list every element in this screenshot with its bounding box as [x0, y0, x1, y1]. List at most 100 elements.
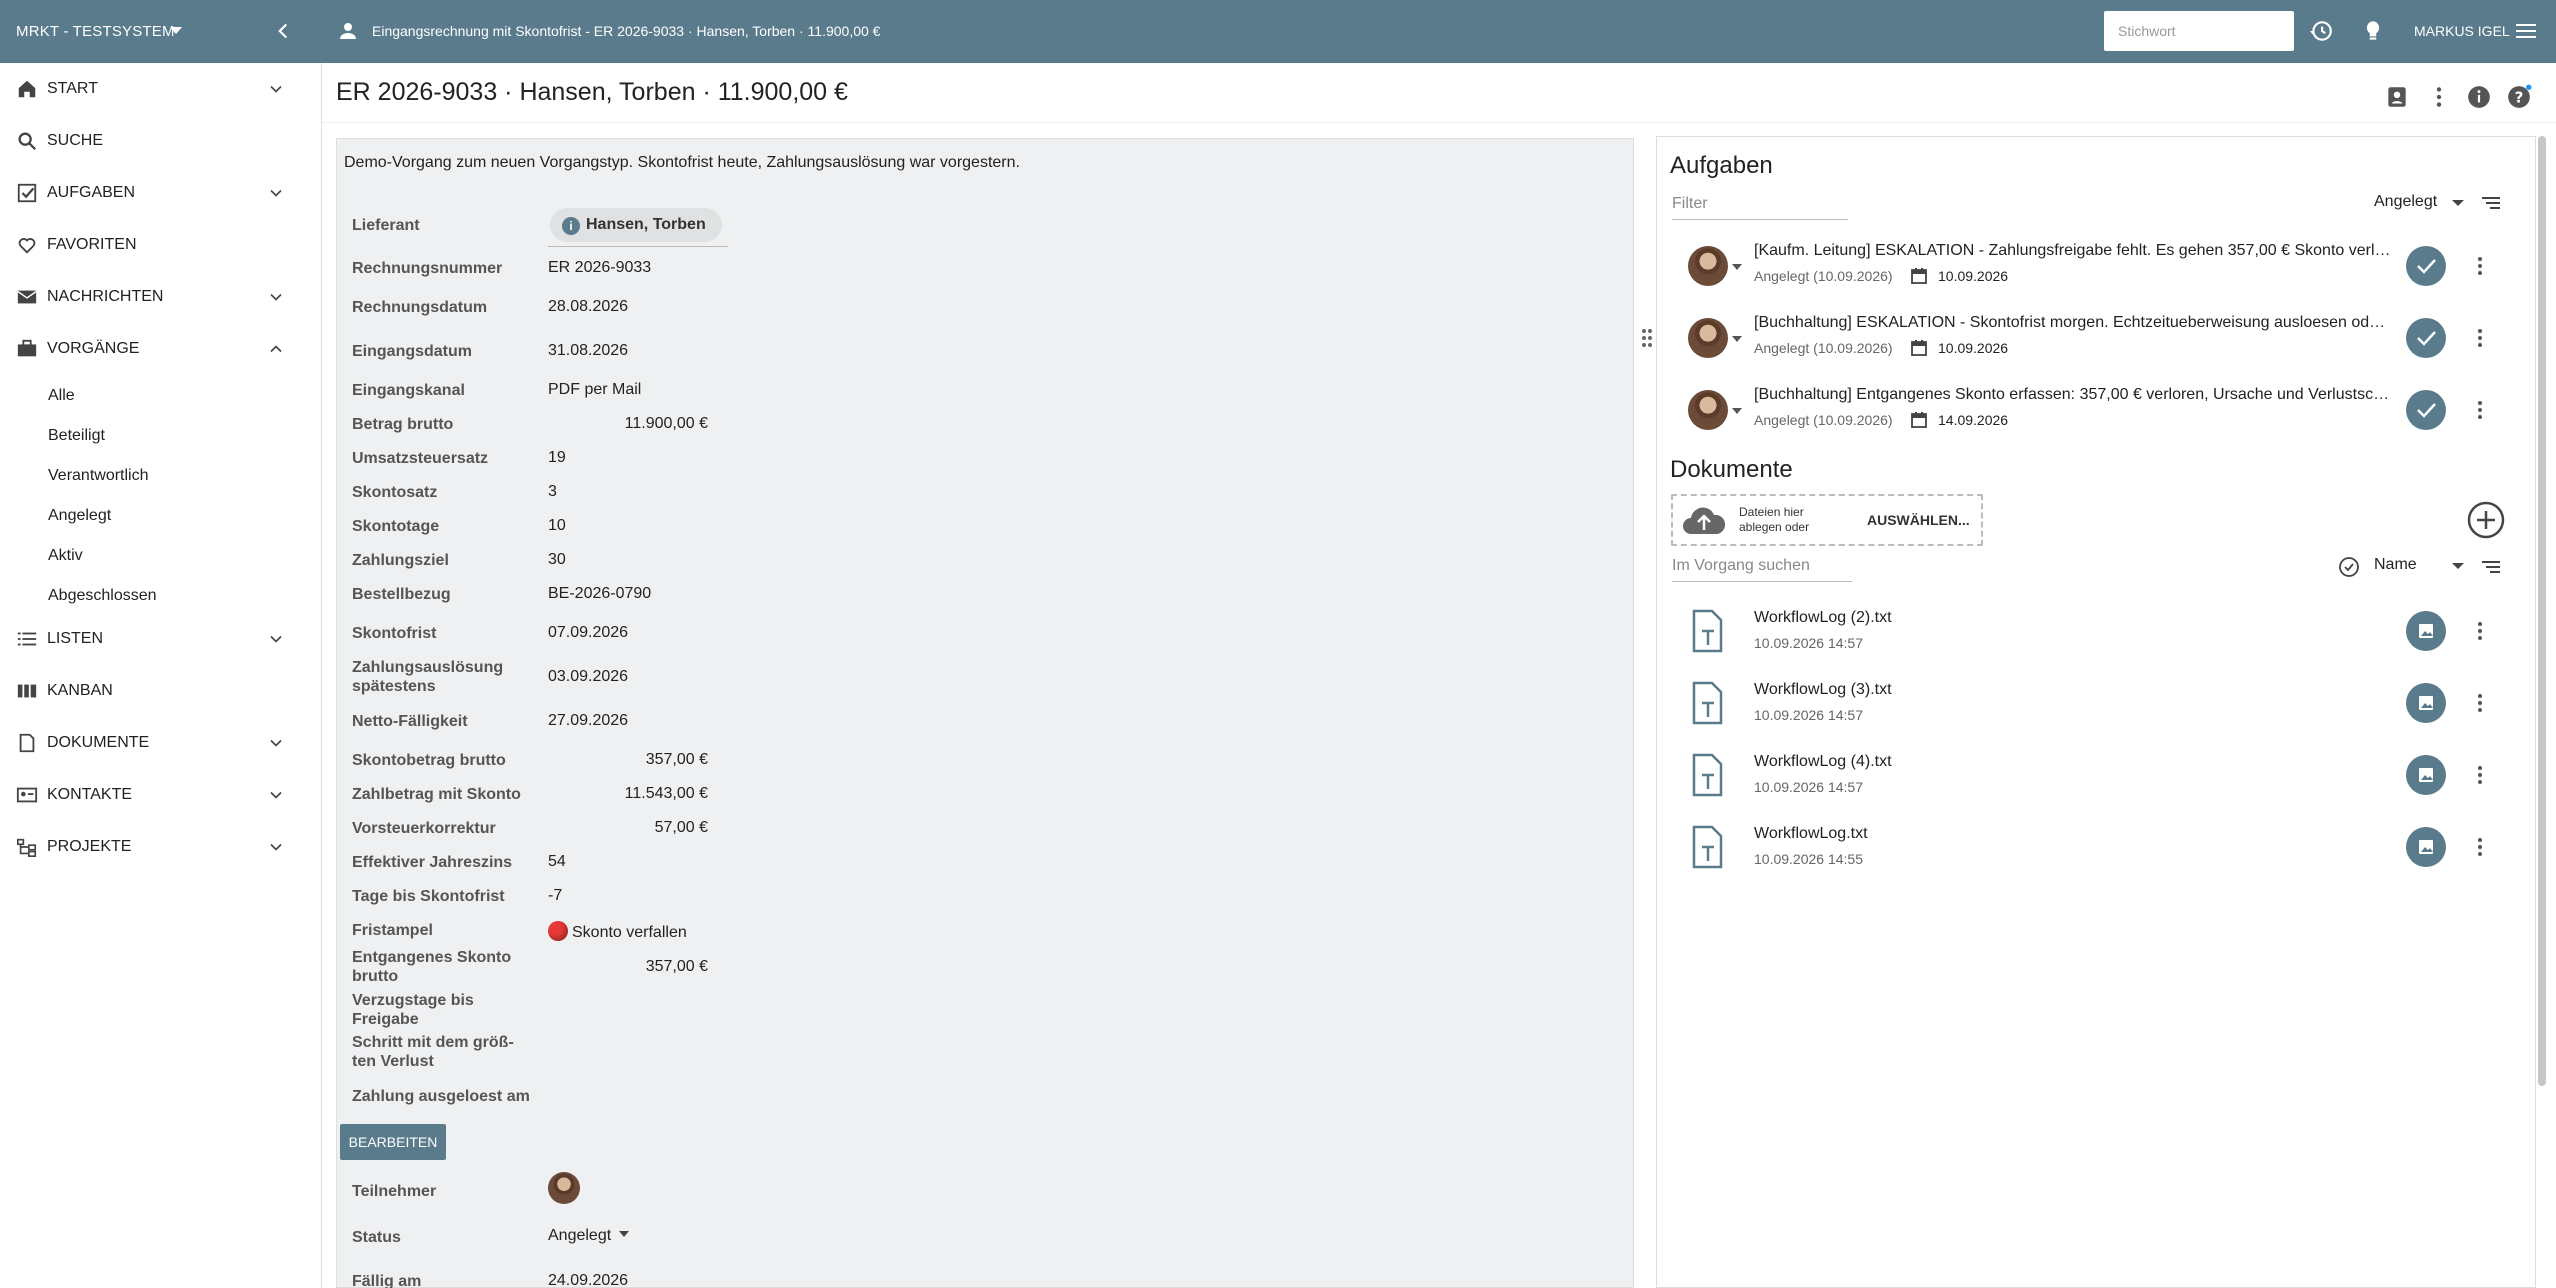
sidebar-subitem-alle[interactable]: Alle: [48, 376, 75, 416]
sidebar-subitem-verantwortlich[interactable]: Verantwortlich: [48, 456, 149, 496]
more-vert-icon[interactable]: [2468, 763, 2492, 787]
sidebar-subitem-abgeschlossen[interactable]: Abgeschlossen: [48, 576, 157, 616]
caret-down-icon[interactable]: [2452, 563, 2464, 569]
more-vert-icon[interactable]: [2468, 398, 2492, 422]
tasks-filter-input[interactable]: Filter: [1672, 195, 1848, 220]
sidebar-item-listen[interactable]: LISTEN: [0, 613, 322, 665]
sort-icon[interactable]: [2480, 192, 2502, 214]
field-label-eingangskanal: Eingangskanal: [352, 382, 465, 399]
list-icon: [17, 632, 37, 646]
document-name[interactable]: WorkflowLog (2).txt: [1754, 609, 1892, 627]
info-icon[interactable]: [2466, 84, 2492, 110]
complete-task-button[interactable]: [2406, 390, 2446, 430]
document-item[interactable]: WorkflowLog (2).txt 10.09.2026 14:57: [1668, 595, 2528, 667]
lightbulb-icon[interactable]: [2360, 18, 2386, 44]
sidebar-item-kontakte[interactable]: KONTAKTE: [0, 769, 322, 821]
sidebar-subitem-beteiligt[interactable]: Beteiligt: [48, 416, 105, 456]
more-vert-icon[interactable]: [2468, 326, 2492, 350]
more-vert-icon[interactable]: [2468, 619, 2492, 643]
status-dropdown[interactable]: Angelegt: [548, 1227, 630, 1245]
assignee-avatar[interactable]: [1688, 318, 1728, 358]
file-dropzone[interactable]: Dateien hier ablegen oder AUSWÄHLEN...: [1671, 494, 1983, 546]
sidebar-subitem-aktiv[interactable]: Aktiv: [48, 536, 83, 576]
participant-avatar[interactable]: [548, 1172, 580, 1204]
drag-handle-icon[interactable]: [1640, 326, 1654, 350]
sidebar-item-kanban[interactable]: KANBAN: [0, 665, 322, 717]
task-title[interactable]: [Buchhaltung] ESKALATION - Skontofrist m…: [1754, 314, 2394, 332]
more-vert-icon[interactable]: [2468, 254, 2492, 278]
task-title[interactable]: [Buchhaltung] Entgangenes Skonto erfasse…: [1754, 386, 2394, 404]
chevron-up-icon[interactable]: [266, 339, 286, 359]
document-item[interactable]: WorkflowLog (4).txt 10.09.2026 14:57: [1668, 739, 2528, 811]
help-icon[interactable]: ?: [2506, 84, 2532, 110]
more-vert-icon[interactable]: [2468, 835, 2492, 859]
sidebar-item-vorgaenge[interactable]: VORGÄNGE: [0, 323, 322, 375]
documents-search-input[interactable]: Im Vorgang suchen: [1672, 557, 1852, 582]
system-switcher[interactable]: MRKT - TESTSYSTEM: [16, 0, 175, 63]
choose-file-button[interactable]: AUSWÄHLEN...: [1867, 496, 1970, 544]
caret-down-icon[interactable]: [1732, 408, 1742, 414]
caret-down-icon[interactable]: [2452, 200, 2464, 206]
sidebar-item-dokumente[interactable]: DOKUMENTE: [0, 717, 322, 769]
dropzone-text: Dateien hier ablegen oder: [1739, 505, 1810, 534]
sidebar-item-aufgaben[interactable]: AUFGABEN: [0, 167, 322, 219]
chevron-down-icon[interactable]: [266, 183, 286, 203]
more-vert-icon[interactable]: [2468, 691, 2492, 715]
hamburger-menu-icon[interactable]: [2516, 21, 2536, 41]
sidebar-item-nachrichten[interactable]: NACHRICHTEN: [0, 271, 322, 323]
system-dropdown-icon[interactable]: [170, 27, 182, 34]
edit-button[interactable]: BEARBEITEN: [340, 1124, 446, 1160]
history-icon[interactable]: [2308, 18, 2334, 44]
document-date: 10.09.2026 14:57: [1754, 779, 1863, 795]
status-value: Angelegt: [548, 1227, 612, 1244]
project-tree-icon: [17, 838, 37, 857]
assignee-avatar[interactable]: [1688, 246, 1728, 286]
caret-down-icon[interactable]: [1732, 264, 1742, 270]
preview-button[interactable]: [2406, 827, 2446, 867]
task-title[interactable]: [Kaufm. Leitung] ESKALATION - Zahlungsfr…: [1754, 242, 2394, 260]
more-vert-icon[interactable]: [2426, 84, 2452, 110]
chevron-down-icon[interactable]: [266, 785, 286, 805]
task-item[interactable]: [Buchhaltung] Entgangenes Skonto erfasse…: [1668, 374, 2528, 446]
chevron-down-icon[interactable]: [266, 79, 286, 99]
chevron-down-icon[interactable]: [266, 287, 286, 307]
task-item[interactable]: [Buchhaltung] ESKALATION - Skontofrist m…: [1668, 302, 2528, 374]
document-item[interactable]: WorkflowLog (3).txt 10.09.2026 14:57: [1668, 667, 2528, 739]
side-panel-scrollbar[interactable]: [2538, 136, 2546, 1086]
text-file-icon: [1692, 825, 1723, 869]
preview-button[interactable]: [2406, 683, 2446, 723]
chevron-down-icon[interactable]: [266, 733, 286, 753]
complete-task-button[interactable]: [2406, 318, 2446, 358]
collapse-sidebar-icon[interactable]: [270, 18, 296, 44]
search-input[interactable]: Stichwort: [2104, 11, 2294, 51]
preview-button[interactable]: [2406, 611, 2446, 651]
complete-task-button[interactable]: [2406, 246, 2446, 286]
sidebar-item-suche[interactable]: SUCHE: [0, 115, 322, 167]
document-name[interactable]: WorkflowLog (4).txt: [1754, 753, 1892, 771]
add-document-icon[interactable]: [2466, 500, 2506, 540]
document-name[interactable]: WorkflowLog.txt: [1754, 825, 1868, 843]
assignee-avatar[interactable]: [1688, 390, 1728, 430]
chevron-down-icon[interactable]: [266, 837, 286, 857]
field-label-rechnungsdatum: Rechnungsdatum: [352, 299, 488, 316]
user-menu[interactable]: MARKUS IGEL: [2414, 0, 2510, 63]
supplier-chip[interactable]: i Hansen, Torben: [550, 208, 722, 242]
preview-button[interactable]: [2406, 755, 2446, 795]
field-label-schritt-verlust: Schritt mit dem größ­ten Verlust: [352, 1034, 514, 1070]
caret-down-icon[interactable]: [1732, 336, 1742, 342]
document-name[interactable]: WorkflowLog (3).txt: [1754, 681, 1892, 699]
sidebar-item-start[interactable]: START: [0, 63, 322, 115]
tasks-sort-select[interactable]: Angelegt: [2374, 193, 2437, 211]
contact-badge-icon[interactable]: [2384, 84, 2410, 110]
sidebar-item-projekte[interactable]: PROJEKTE: [0, 821, 322, 873]
task-item[interactable]: [Kaufm. Leitung] ESKALATION - Zahlungsfr…: [1668, 230, 2528, 302]
chevron-down-icon[interactable]: [266, 629, 286, 649]
select-all-icon[interactable]: [2338, 556, 2360, 578]
documents-sort-select[interactable]: Name: [2374, 556, 2417, 574]
sidebar-subitem-angelegt[interactable]: Angelegt: [48, 496, 111, 536]
search-icon: [18, 132, 37, 151]
briefcase-icon: [17, 339, 37, 357]
sort-icon[interactable]: [2480, 556, 2502, 578]
sidebar-item-favoriten[interactable]: FAVORITEN: [0, 219, 322, 271]
document-item[interactable]: WorkflowLog.txt 10.09.2026 14:55: [1668, 811, 2528, 883]
